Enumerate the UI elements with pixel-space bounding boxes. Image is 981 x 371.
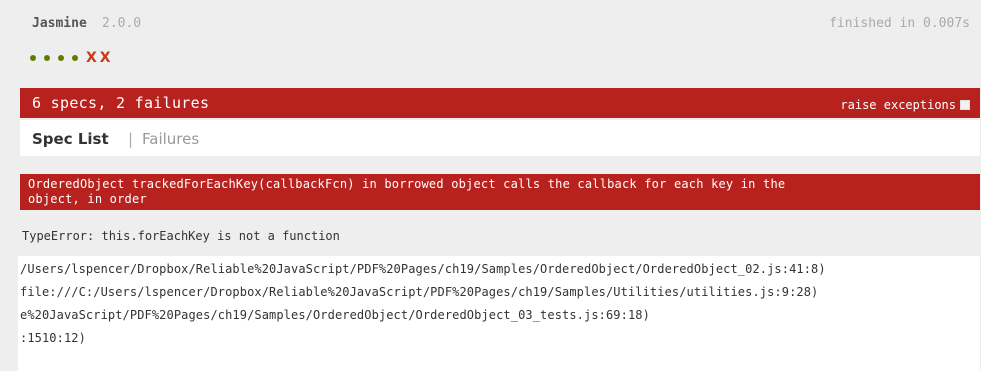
failure-description-line-2: object, in order	[28, 192, 147, 206]
failure-description[interactable]: OrderedObject trackedForEachKey(callback…	[20, 174, 980, 210]
passed-spec-dot[interactable]	[72, 55, 78, 61]
results-menu: Spec List | Failures	[20, 120, 980, 156]
alert-bar: 6 specs, 2 failures raise exceptions	[20, 88, 980, 118]
stack-trace: /Users/lspencer/Dropbox/Reliable%20JavaS…	[18, 256, 980, 371]
raise-exceptions-label: raise exceptions	[840, 98, 956, 112]
stack-line: :1510:12)	[20, 331, 86, 345]
banner: Jasmine 2.0.0 finished in 0.007s	[20, 14, 970, 34]
symbol-summary: XX	[30, 47, 114, 69]
failed-spec-x-icon[interactable]: X	[86, 51, 97, 65]
menu-separator: |	[128, 130, 134, 148]
passed-spec-dot[interactable]	[30, 55, 36, 61]
stack-line: e%20JavaScript/PDF%20Pages/ch19/Samples/…	[20, 308, 650, 322]
failure-description-text: OrderedObject trackedForEachKey(callback…	[28, 177, 958, 207]
jasmine-version: 2.0.0	[102, 16, 142, 31]
jasmine-reporter: Jasmine 2.0.0 finished in 0.007s XX 6 sp…	[0, 0, 981, 371]
raise-exceptions-control: raise exceptions	[840, 98, 970, 112]
spec-summary: 6 specs, 2 failures	[32, 94, 210, 112]
passed-spec-dot[interactable]	[44, 55, 50, 61]
failure-description-line-1: OrderedObject trackedForEachKey(callback…	[28, 177, 786, 191]
run-duration: finished in 0.007s	[829, 16, 970, 31]
stack-line: /Users/lspencer/Dropbox/Reliable%20JavaS…	[20, 262, 826, 276]
spec-list-link[interactable]: Spec List	[32, 130, 109, 148]
failures-link[interactable]: Failures	[142, 130, 199, 148]
stack-line: file:///C:/Users/lspencer/Dropbox/Reliab…	[20, 285, 819, 299]
raise-exceptions-checkbox[interactable]	[960, 100, 970, 110]
passed-spec-dot[interactable]	[58, 55, 64, 61]
failed-spec-x-icon[interactable]: X	[100, 51, 111, 65]
jasmine-title: Jasmine	[32, 16, 87, 31]
result-message: TypeError: this.forEachKey is not a func…	[22, 229, 340, 243]
